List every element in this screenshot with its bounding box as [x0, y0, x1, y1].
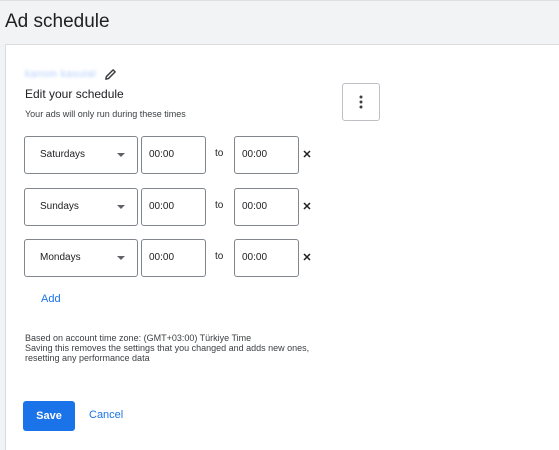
start-time-input[interactable]: 00:00	[141, 136, 206, 174]
page-title: Ad schedule	[5, 11, 110, 32]
schedule-description: Your ads will only run during these time…	[25, 109, 186, 119]
end-time-input[interactable]: 00:00	[234, 188, 299, 226]
add-schedule-link[interactable]: Add	[41, 293, 61, 305]
close-icon[interactable]	[303, 150, 311, 158]
schedule-card: kanom kasutal Edit your schedule Your ad…	[5, 44, 559, 450]
start-time-input[interactable]: 00:00	[141, 188, 206, 226]
timezone-note: Based on account time zone: (GMT+03:00) …	[25, 333, 345, 363]
day-select[interactable]: Saturdays	[24, 136, 138, 174]
close-icon[interactable]	[303, 202, 311, 210]
schedule-row: Mondays 00:00 to 00:00	[24, 239, 344, 279]
more-options-button[interactable]	[342, 83, 380, 121]
to-label: to	[215, 148, 224, 159]
campaign-row: kanom kasutal	[25, 67, 117, 81]
save-button[interactable]: Save	[23, 401, 75, 431]
timezone-text: Based on account time zone: (GMT+03:00) …	[25, 333, 252, 343]
day-select-value: Mondays	[40, 252, 81, 263]
close-icon[interactable]	[303, 253, 311, 261]
caret-down-icon	[117, 256, 125, 260]
to-label: to	[215, 200, 224, 211]
day-select-value: Saturdays	[40, 149, 86, 160]
kebab-icon	[359, 95, 363, 109]
end-time-input[interactable]: 00:00	[234, 136, 299, 174]
campaign-name: kanom kasutal	[25, 68, 96, 80]
day-select[interactable]: Sundays	[24, 188, 138, 226]
schedule-row: Saturdays 00:00 to 00:00	[24, 136, 344, 176]
end-time-input[interactable]: 00:00	[234, 239, 299, 277]
cancel-button[interactable]: Cancel	[89, 409, 123, 421]
caret-down-icon	[117, 205, 125, 209]
reset-warning-text: Saving this removes the settings that yo…	[25, 343, 310, 363]
edit-schedule-heading: Edit your schedule	[25, 87, 124, 101]
page-header: Ad schedule	[0, 0, 559, 44]
start-time-input[interactable]: 00:00	[141, 239, 206, 277]
day-select-value: Sundays	[40, 201, 79, 212]
to-label: to	[215, 251, 224, 262]
schedule-row: Sundays 00:00 to 00:00	[24, 188, 344, 228]
caret-down-icon	[117, 153, 125, 157]
pencil-icon[interactable]	[104, 68, 117, 81]
day-select[interactable]: Mondays	[24, 239, 138, 277]
